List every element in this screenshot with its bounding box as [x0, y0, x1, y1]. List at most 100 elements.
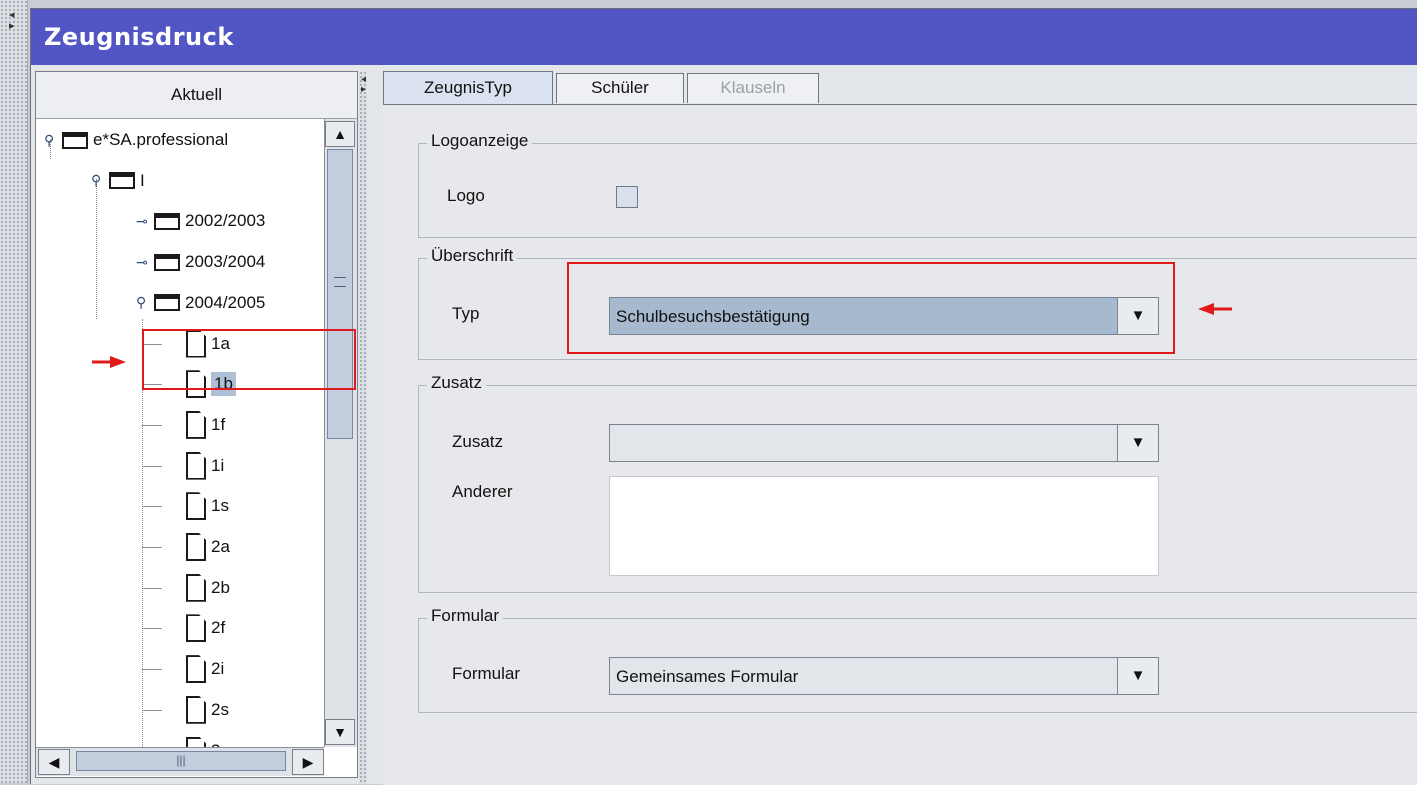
document-icon [186, 695, 206, 724]
group-zusatz: Zusatz Zusatz ▼ Anderer [418, 373, 1417, 593]
tree-node-label: 2f [211, 618, 226, 638]
tree-node-label: 2b [211, 577, 230, 597]
tree-leaf-node[interactable]: 2i [142, 649, 225, 689]
annotation-arrow-icon [1198, 303, 1232, 315]
folder-icon [154, 253, 180, 271]
group-formular: Formular Formular Gemeinsames Formular ▼ [418, 606, 1417, 713]
tree-folder-node[interactable]: ⊸ 2002/2003 [136, 201, 265, 241]
formular-value: Gemeinsames Formular [616, 667, 799, 686]
tab-zeugnistyp[interactable]: ZeugnisTyp [383, 71, 553, 105]
tree-leaf-node[interactable]: 3a [186, 731, 230, 747]
tree-branch-line [142, 547, 162, 548]
tree-node-label: 1f [211, 414, 226, 434]
folder-icon [62, 131, 88, 149]
horizontal-scrollbar[interactable]: ◀ ||| ▶ [36, 747, 324, 776]
document-icon [186, 573, 206, 602]
annotation-box-tree [142, 329, 356, 390]
annotation-arrow-icon [92, 356, 126, 368]
scroll-right-button[interactable]: ▶ [292, 749, 324, 775]
scroll-thumb[interactable] [327, 149, 353, 439]
collapsed-key-icon[interactable]: ⊸ [136, 213, 150, 230]
tree-node-label: 1s [211, 496, 229, 516]
tree-leaf-node[interactable]: 1s [142, 486, 229, 526]
formular-label: Formular [452, 664, 521, 683]
group-title: Logoanzeige [427, 131, 533, 151]
tree-leaf-node[interactable]: 1i [142, 446, 225, 486]
tree-branch-line [142, 709, 162, 711]
tree-node-label: 2i [211, 659, 225, 679]
group-logoanzeige: Logoanzeige Logo [418, 131, 1417, 238]
anderer-label: Anderer [452, 482, 513, 501]
vertical-scrollbar[interactable]: ▲ ▼ [324, 119, 357, 747]
tree-view[interactable]: ⚲ e*SA.professional ⚲ I ⊸ 2002/2003 ⊸ 2003/2004… [36, 119, 324, 747]
zusatz-label: Zusatz [452, 432, 504, 451]
folder-icon [154, 212, 180, 230]
tab-content: Logoanzeige Logo Überschrift Typ Schulbe… [383, 104, 1417, 785]
tree-folder-node[interactable]: ⚲ 2004/2005 [136, 283, 265, 323]
expanded-key-icon[interactable]: ⚲ [136, 294, 150, 311]
document-icon [186, 492, 206, 521]
group-title: Zusatz [427, 373, 487, 393]
folder-icon [154, 294, 180, 312]
scroll-left-button[interactable]: ◀ [38, 749, 70, 775]
tree-folder-node[interactable]: ⚲ e*SA.professional [44, 120, 228, 160]
folder-icon [109, 172, 135, 190]
tree-node-label: I [140, 170, 145, 190]
logo-label: Logo [447, 186, 485, 205]
tree-node-label: 2002/2003 [185, 211, 266, 231]
collapse-arrows-icon[interactable]: ◂ ▸ [9, 10, 15, 32]
tree-branch-line [142, 628, 162, 630]
logo-checkbox[interactable] [616, 186, 638, 208]
left-collapse-strip[interactable]: ◂ ▸ [0, 0, 28, 783]
scroll-down-button[interactable]: ▼ [325, 719, 355, 745]
zusatz-combobox[interactable]: ▼ [609, 424, 1159, 462]
tree-node-label: 2004/2005 [185, 292, 266, 312]
tree-leaf-node[interactable]: 2s [142, 690, 229, 730]
tree-leaf-node[interactable]: 1f [142, 405, 226, 445]
tree-branch-line [142, 465, 162, 467]
anderer-textarea[interactable] [609, 476, 1159, 576]
grip-icon [334, 277, 346, 287]
document-icon [186, 451, 206, 480]
annotation-box-typ [567, 262, 1175, 354]
tree-node-label: 1i [211, 455, 225, 475]
tree-leaf-node[interactable]: 2b [142, 568, 230, 608]
tab-klauseln: Klauseln [687, 73, 819, 103]
tree-branch-line [142, 506, 162, 508]
zeugnisdruck-window: Zeugnisdruck Aktuell ⚲ e*SA.professional ⚲… [30, 8, 1417, 785]
tree-branch-line [142, 669, 162, 671]
document-icon [186, 614, 206, 643]
group-title: Überschrift [427, 246, 518, 266]
tree-node-label: 2s [211, 699, 229, 719]
chevron-down-icon[interactable]: ▼ [1117, 658, 1158, 694]
tree-folder-node[interactable]: ⊸ 2003/2004 [136, 242, 265, 282]
group-title: Formular [427, 606, 504, 626]
window-title: Zeugnisdruck [44, 23, 234, 51]
collapsed-key-icon[interactable]: ⊸ [136, 254, 150, 271]
tree-leaf-node[interactable]: 2f [142, 608, 226, 648]
h-scroll-thumb[interactable]: ||| [76, 751, 286, 771]
tree-node-label: 2a [211, 537, 230, 556]
tree-branch-line [142, 424, 162, 426]
tree-folder-node[interactable]: ⚲ I [91, 161, 145, 201]
formular-combobox[interactable]: Gemeinsames Formular ▼ [609, 657, 1159, 695]
tree-panel: Aktuell ⚲ e*SA.professional ⚲ I ⊸ 2002/2003 ⊸ 2… [35, 71, 358, 778]
document-icon [186, 410, 206, 439]
typ-label: Typ [452, 304, 480, 323]
title-bar: Zeugnisdruck [31, 9, 1417, 65]
tree-leaf-node[interactable]: 2a [142, 527, 230, 567]
document-icon [186, 736, 206, 747]
chevron-down-icon[interactable]: ▼ [1117, 425, 1158, 461]
expanded-key-icon[interactable]: ⚲ [91, 172, 105, 189]
expanded-key-icon[interactable]: ⚲ [44, 132, 58, 149]
scroll-up-button[interactable]: ▲ [325, 121, 355, 147]
tree-node-label: e*SA.professional [93, 130, 229, 149]
tab-schueler[interactable]: Schüler [556, 73, 684, 103]
tree-node-label: 2003/2004 [185, 252, 266, 272]
panel-splitter[interactable] [359, 71, 367, 784]
tree-header[interactable]: Aktuell [36, 72, 357, 119]
splitter-arrows-icon[interactable]: ◂ ▸ [361, 75, 366, 95]
tree-branch-line [142, 587, 162, 589]
document-icon [186, 533, 206, 561]
document-icon [186, 655, 206, 684]
